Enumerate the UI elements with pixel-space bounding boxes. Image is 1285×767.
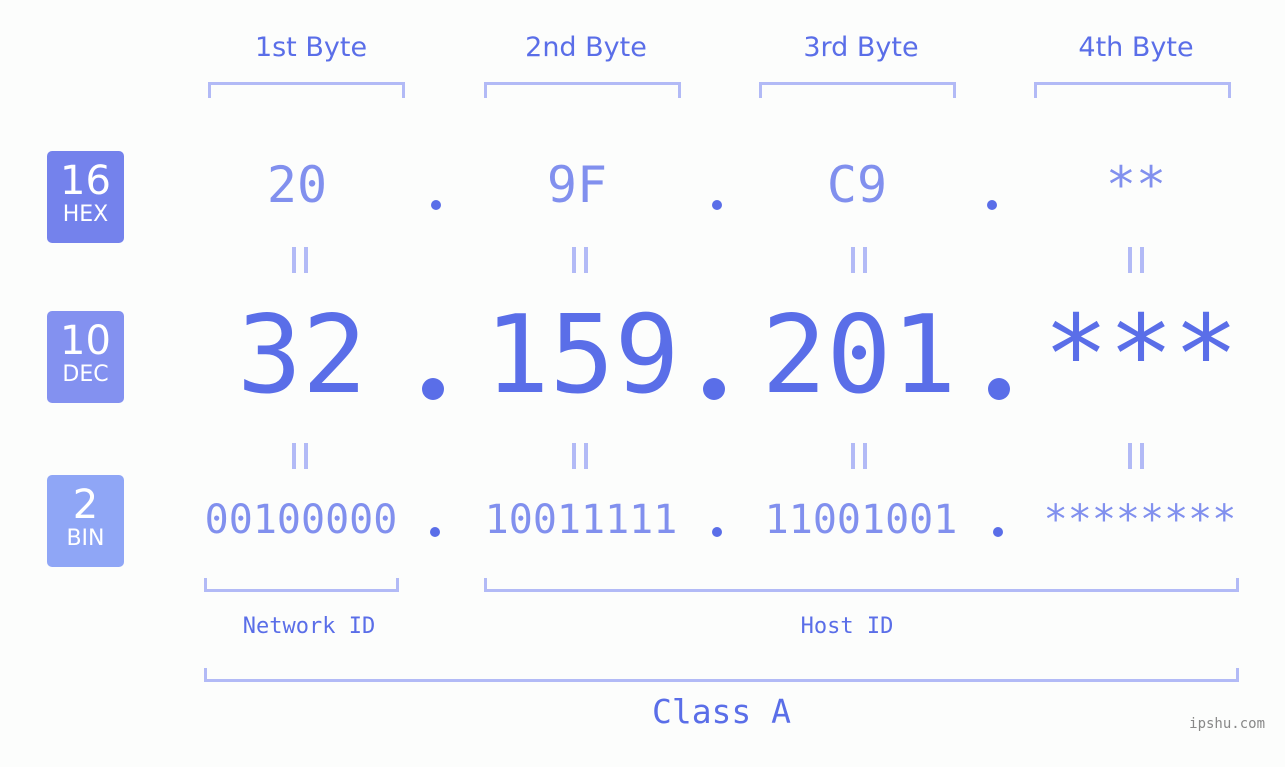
dec-value-1: 32 [236, 293, 368, 418]
bin-value-1: 00100000 [204, 497, 398, 543]
network-id-label: Network ID [242, 614, 376, 639]
bin-value-4: ******** [1043, 497, 1237, 543]
hex-value-1: 20 [266, 156, 328, 214]
class-bracket [204, 668, 1239, 682]
hex-badge-label: HEX [62, 202, 109, 227]
dec-value-4: *** [1043, 293, 1239, 418]
dec-separator-dot [703, 378, 725, 400]
byte-bracket-4 [1034, 82, 1231, 98]
dec-separator-dot [988, 378, 1010, 400]
byte-header-3: 3rd Byte [803, 32, 919, 63]
hex-value-3: C9 [826, 156, 888, 214]
bin-badge: 2 BIN [47, 475, 124, 567]
bin-value-2: 10011111 [484, 497, 678, 543]
class-label: Class A [651, 692, 792, 731]
byte-bracket-1 [208, 82, 405, 98]
equals-icon [1128, 443, 1144, 469]
equals-icon [851, 443, 867, 469]
dec-value-2: 159 [484, 293, 680, 418]
bin-value-3: 11001001 [764, 497, 958, 543]
host-id-bracket [484, 578, 1239, 592]
watermark: ipshu.com [1189, 716, 1265, 732]
dec-badge-label: DEC [62, 362, 109, 387]
hex-separator-dot [712, 200, 722, 210]
byte-header-4: 4th Byte [1078, 32, 1194, 63]
byte-bracket-2 [484, 82, 681, 98]
dec-value-3: 201 [761, 293, 957, 418]
host-id-label: Host ID [800, 614, 894, 639]
dec-separator-dot [422, 378, 444, 400]
bin-badge-number: 2 [72, 482, 99, 528]
bin-badge-label: BIN [66, 526, 105, 551]
hex-separator-dot [987, 200, 997, 210]
byte-bracket-3 [759, 82, 956, 98]
bin-separator-dot [712, 527, 722, 537]
equals-icon [572, 247, 588, 273]
dec-badge: 10 DEC [47, 311, 124, 403]
equals-icon [292, 247, 308, 273]
hex-badge-number: 16 [60, 158, 111, 204]
network-id-bracket [204, 578, 399, 592]
hex-badge: 16 HEX [47, 151, 124, 243]
byte-header-1: 1st Byte [254, 32, 368, 63]
byte-header-2: 2nd Byte [525, 32, 647, 63]
bin-separator-dot [993, 527, 1003, 537]
equals-icon [1128, 247, 1144, 273]
hex-value-4: ** [1105, 156, 1167, 214]
hex-separator-dot [431, 200, 441, 210]
equals-icon [572, 443, 588, 469]
bin-separator-dot [430, 527, 440, 537]
hex-value-2: 9F [546, 156, 608, 214]
dec-badge-number: 10 [60, 318, 111, 364]
equals-icon [851, 247, 867, 273]
equals-icon [292, 443, 308, 469]
